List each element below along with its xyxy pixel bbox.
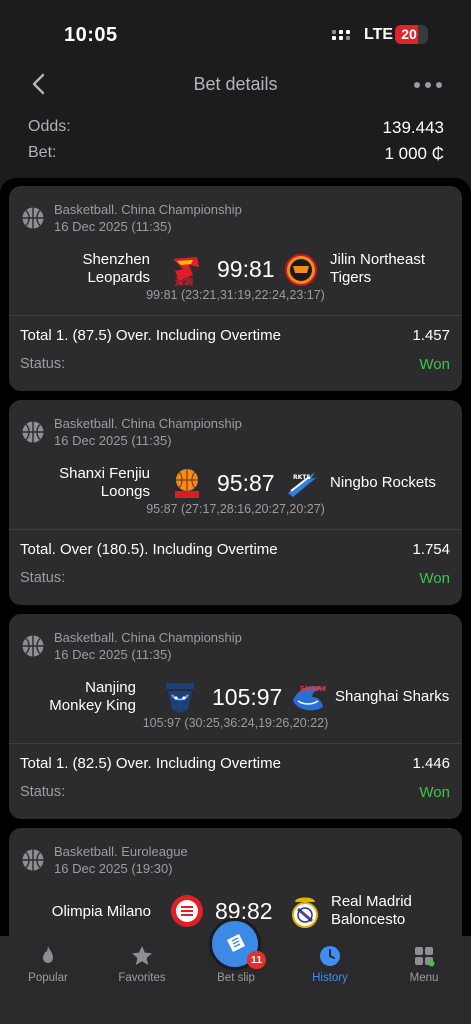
real-madrid-logo [292,897,318,928]
status-label: Status: [20,356,66,372]
away-team: Shanghai Sharks [335,688,450,705]
bet-odd: 1.754 [412,541,450,558]
shenzhen-leopards-logo: 深圳 [173,257,199,287]
bet-summary: Odds: 139.443 Bet: 1 000 ₵ [28,118,444,170]
basketball-icon [22,421,44,443]
status-badge: Won [419,356,450,373]
battery-level: 20 [401,26,417,42]
status-label: Status: [20,570,66,586]
away-team: Real Madrid Baloncesto [331,893,412,928]
odds-label: Odds: [28,118,71,135]
bet-list[interactable]: Basketball. China Championship 16 Dec 20… [0,178,471,936]
tab-label: Menu [409,972,439,984]
home-team: Shenzhen Leopards [82,251,150,286]
tab-menu[interactable]: Menu [377,936,471,996]
ticket-icon [227,934,245,952]
league-name: Basketball. China Championship [54,630,242,645]
nav-bar: Bet details [0,62,471,108]
period-scores: 105:97 (30:25,36:24,19:26,20:22) [142,716,329,730]
ningbo-rockets-logo: RKTS [288,472,317,497]
bet-card[interactable]: Basketball. China Championship 16 Dec 20… [9,400,462,605]
fire-icon [43,946,53,963]
tab-label: Bet slip [217,972,255,984]
jilin-tigers-logo [285,254,317,286]
status-badge: Won [419,784,450,801]
status-bar: 10:05 LTE 20 [0,0,471,62]
svg-text:RKTS: RKTS [293,474,311,481]
page-title: Bet details [193,74,278,94]
bet-slip-count-badge: 11 [247,951,267,969]
shanxi-loongs-logo [175,469,199,498]
battery-icon: 20 [395,25,428,44]
bet-selection: Total 1. (82.5) Over. Including Overtime [20,755,281,772]
basketball-icon [22,635,44,657]
signal-icon [332,28,356,42]
more-options-icon[interactable] [414,82,442,88]
tab-popular[interactable]: Popular [1,936,95,996]
match-date: 16 Dec 2025 (11:35) [54,433,172,448]
olimpia-milano-logo [171,895,203,927]
home-team: Olimpia Milano [51,903,151,920]
svg-text:深圳: 深圳 [175,276,193,287]
status-label: Status: [20,784,66,800]
away-team: Ningbo Rockets [330,474,436,491]
star-icon [132,946,152,965]
league-name: Basketball. Euroleague [54,844,188,859]
tab-label: Favorites [118,972,166,984]
home-team: Nanjing Monkey King [49,679,136,714]
bet-odd: 1.446 [412,755,450,772]
clock-time: 10:05 [64,24,118,46]
bet-odd: 1.457 [412,327,450,344]
shanghai-sharks-logo: SHARKS [293,685,326,711]
bet-card[interactable]: Basketball. China Championship 16 Dec 20… [9,614,462,819]
period-scores: 95:87 (27:17,28:16,20:27,20:27) [146,502,325,516]
period-scores: 99:81 (23:21,31:19,22:24,23:17) [146,288,325,302]
match-score: 95:87 [217,470,275,496]
match-score: 105:97 [212,684,283,710]
basketball-icon [22,849,44,871]
home-team: Shanxi Fenjiu Loongs [59,465,150,500]
league-name: Basketball. China Championship [54,202,242,217]
bet-selection: Total 1. (87.5) Over. Including Overtime [20,327,281,344]
basketball-icon [22,207,44,229]
league-name: Basketball. China Championship [54,416,242,431]
tab-label: History [312,972,348,984]
bet-label: Bet: [28,144,57,161]
match-date: 16 Dec 2025 (11:35) [54,219,172,234]
tab-history[interactable]: History [283,936,377,996]
tab-favorites[interactable]: Favorites [95,936,189,996]
network-type: LTE [364,26,394,43]
clock-icon [320,946,340,966]
bet-selection: Total. Over (180.5). Including Overtime [20,541,278,558]
match-score: 99:81 [217,256,275,282]
bet-card[interactable]: Basketball. China Championship 16 Dec 20… [9,186,462,391]
status-badge: Won [419,570,450,587]
nanjing-monkey-king-logo [166,683,194,713]
match-date: 16 Dec 2025 (11:35) [54,647,172,662]
tab-label: Popular [28,972,68,984]
match-date: 16 Dec 2025 (19:30) [54,861,173,876]
grid-icon [415,947,435,967]
bet-amount: 1 000 ₵ [384,144,444,163]
odds-value: 139.443 [382,118,444,137]
svg-text:SHARKS: SHARKS [300,685,326,693]
away-team: Jilin Northeast Tigers [330,251,426,286]
